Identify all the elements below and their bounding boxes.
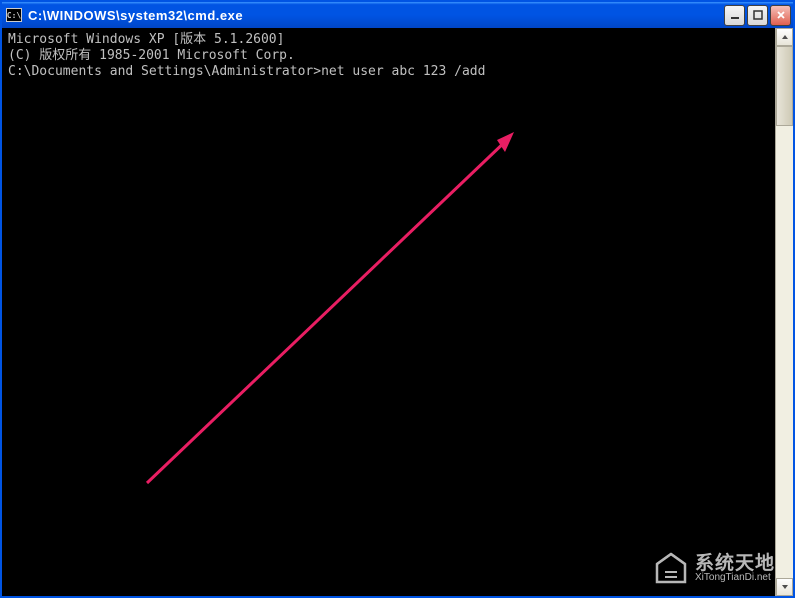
cmd-icon: C:\: [6, 8, 22, 22]
scroll-thumb[interactable]: [776, 46, 793, 126]
watermark: 系统天地 XiTongTianDi.net: [653, 552, 775, 584]
cmd-icon-label: C:\: [7, 11, 21, 20]
terminal-wrapper: Microsoft Windows XP [版本 5.1.2600](C) 版权…: [2, 28, 793, 596]
titlebar[interactable]: C:\ C:\WINDOWS\system32\cmd.exe: [2, 2, 793, 28]
arrow-annotation: [132, 118, 532, 493]
scroll-down-button[interactable]: [776, 578, 793, 596]
maximize-icon: [753, 10, 763, 20]
chevron-down-icon: [781, 583, 789, 591]
watermark-name-cn: 系统天地: [695, 554, 775, 573]
terminal-line-copyright: (C) 版权所有 1985-2001 Microsoft Corp.: [8, 48, 769, 64]
scroll-track[interactable]: [776, 46, 793, 578]
terminal-output[interactable]: Microsoft Windows XP [版本 5.1.2600](C) 版权…: [2, 28, 775, 596]
terminal-command: net user abc 123 /add: [321, 64, 485, 79]
watermark-logo-icon: [653, 552, 689, 584]
terminal-line-version: Microsoft Windows XP [版本 5.1.2600]: [8, 32, 769, 48]
close-button[interactable]: [770, 5, 791, 26]
scrollbar-vertical[interactable]: [775, 28, 793, 596]
minimize-icon: [730, 10, 740, 20]
maximize-button[interactable]: [747, 5, 768, 26]
window-controls: [724, 5, 791, 26]
terminal-prompt: C:\Documents and Settings\Administrator>: [8, 64, 321, 79]
window-title: C:\WINDOWS\system32\cmd.exe: [28, 8, 724, 23]
terminal-prompt-line: C:\Documents and Settings\Administrator>…: [8, 64, 769, 80]
chevron-up-icon: [781, 33, 789, 41]
minimize-button[interactable]: [724, 5, 745, 26]
scroll-up-button[interactable]: [776, 28, 793, 46]
watermark-name-en: XiTongTianDi.net: [695, 573, 775, 583]
watermark-text: 系统天地 XiTongTianDi.net: [695, 554, 775, 583]
cmd-window: C:\ C:\WINDOWS\system32\cmd.exe Microsof…: [0, 0, 795, 598]
close-icon: [776, 10, 786, 20]
